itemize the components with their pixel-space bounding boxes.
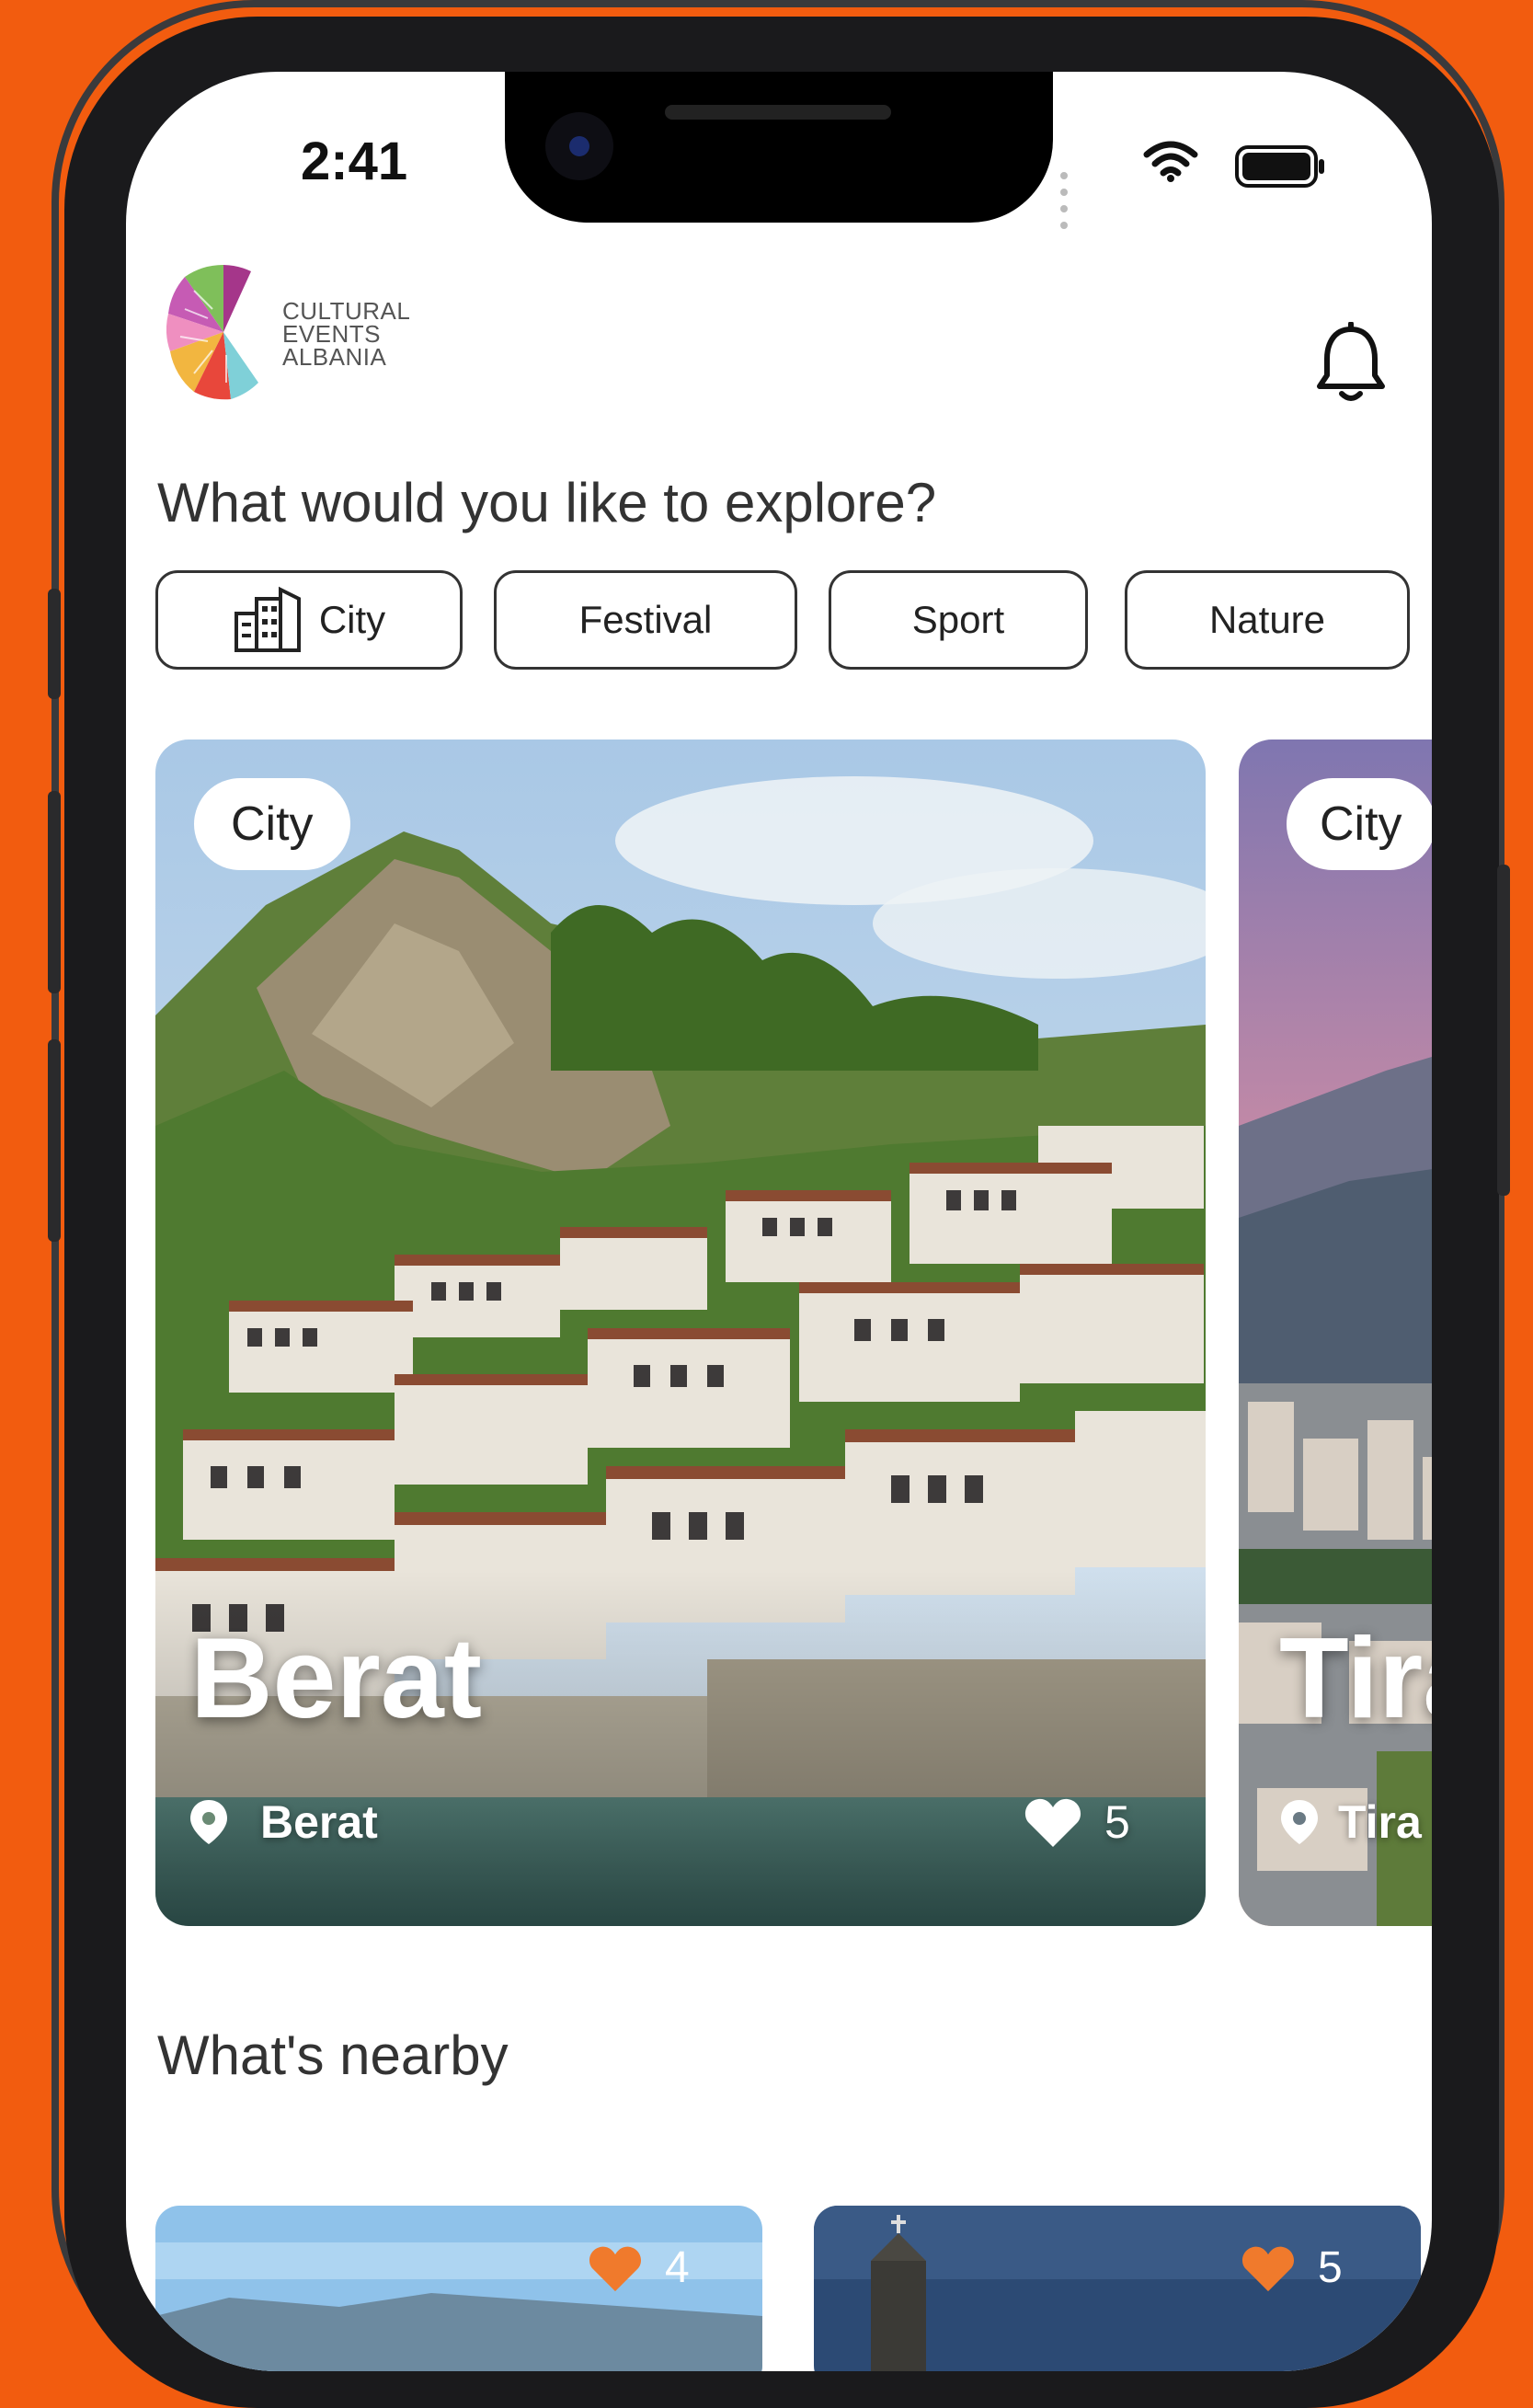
logo-wordmark: CULTURAL EVENTS ALBANIA [282,297,411,371]
nearby-heading: What's nearby [157,2024,509,2086]
building-icon [233,586,303,654]
volume-up-button [48,791,61,993]
heart-icon[interactable] [588,2243,643,2293]
category-chip-city[interactable]: City [155,570,463,670]
cultural-events-albania-logo-icon [166,264,258,400]
card-title: Berat [190,1615,483,1742]
front-camera [545,112,613,180]
featured-card-berat[interactable]: City Berat Berat 5 [155,740,1206,1926]
power-button [1497,865,1510,1196]
status-time: 2:41 [301,132,408,191]
nearby-card[interactable]: 5 [814,2206,1421,2371]
signal-dots-icon [1060,167,1071,234]
berat-photo [155,740,1206,1926]
category-chip-sport[interactable]: Sport [829,570,1088,670]
card-location: Tira [1279,1795,1422,1849]
wifi-icon [1143,141,1198,182]
category-chip-nature[interactable]: Nature [1125,570,1410,670]
notification-bell-icon[interactable] [1312,322,1390,405]
volume-down-button [48,1039,61,1242]
mute-switch [48,589,61,699]
card-category-badge: City [194,778,350,870]
tirana-photo [1239,740,1432,1926]
category-chip-festival[interactable]: Festival [494,570,797,670]
app-screen: 2:41 CULTURAL EVENTS ALBANIA What would … [126,72,1432,2371]
location-pin-icon [190,1800,227,1844]
card-title: Tira [1279,1615,1432,1742]
nearby-card[interactable]: 4 [155,2206,762,2371]
featured-card-tirana[interactable]: City Tira Tira [1239,740,1432,1926]
explore-heading: What would you like to explore? [157,472,937,533]
heart-icon[interactable] [1024,1795,1082,1849]
speaker [665,105,891,120]
card-category-badge: City [1287,778,1432,870]
heart-icon[interactable] [1241,2243,1296,2293]
card-likes: 5 [1024,1795,1130,1849]
card-location: Berat [189,1795,378,1849]
card-likes: 4 [588,2242,690,2293]
battery-icon [1235,145,1324,188]
card-likes: 5 [1241,2242,1343,2293]
location-pin-icon [1281,1800,1318,1844]
